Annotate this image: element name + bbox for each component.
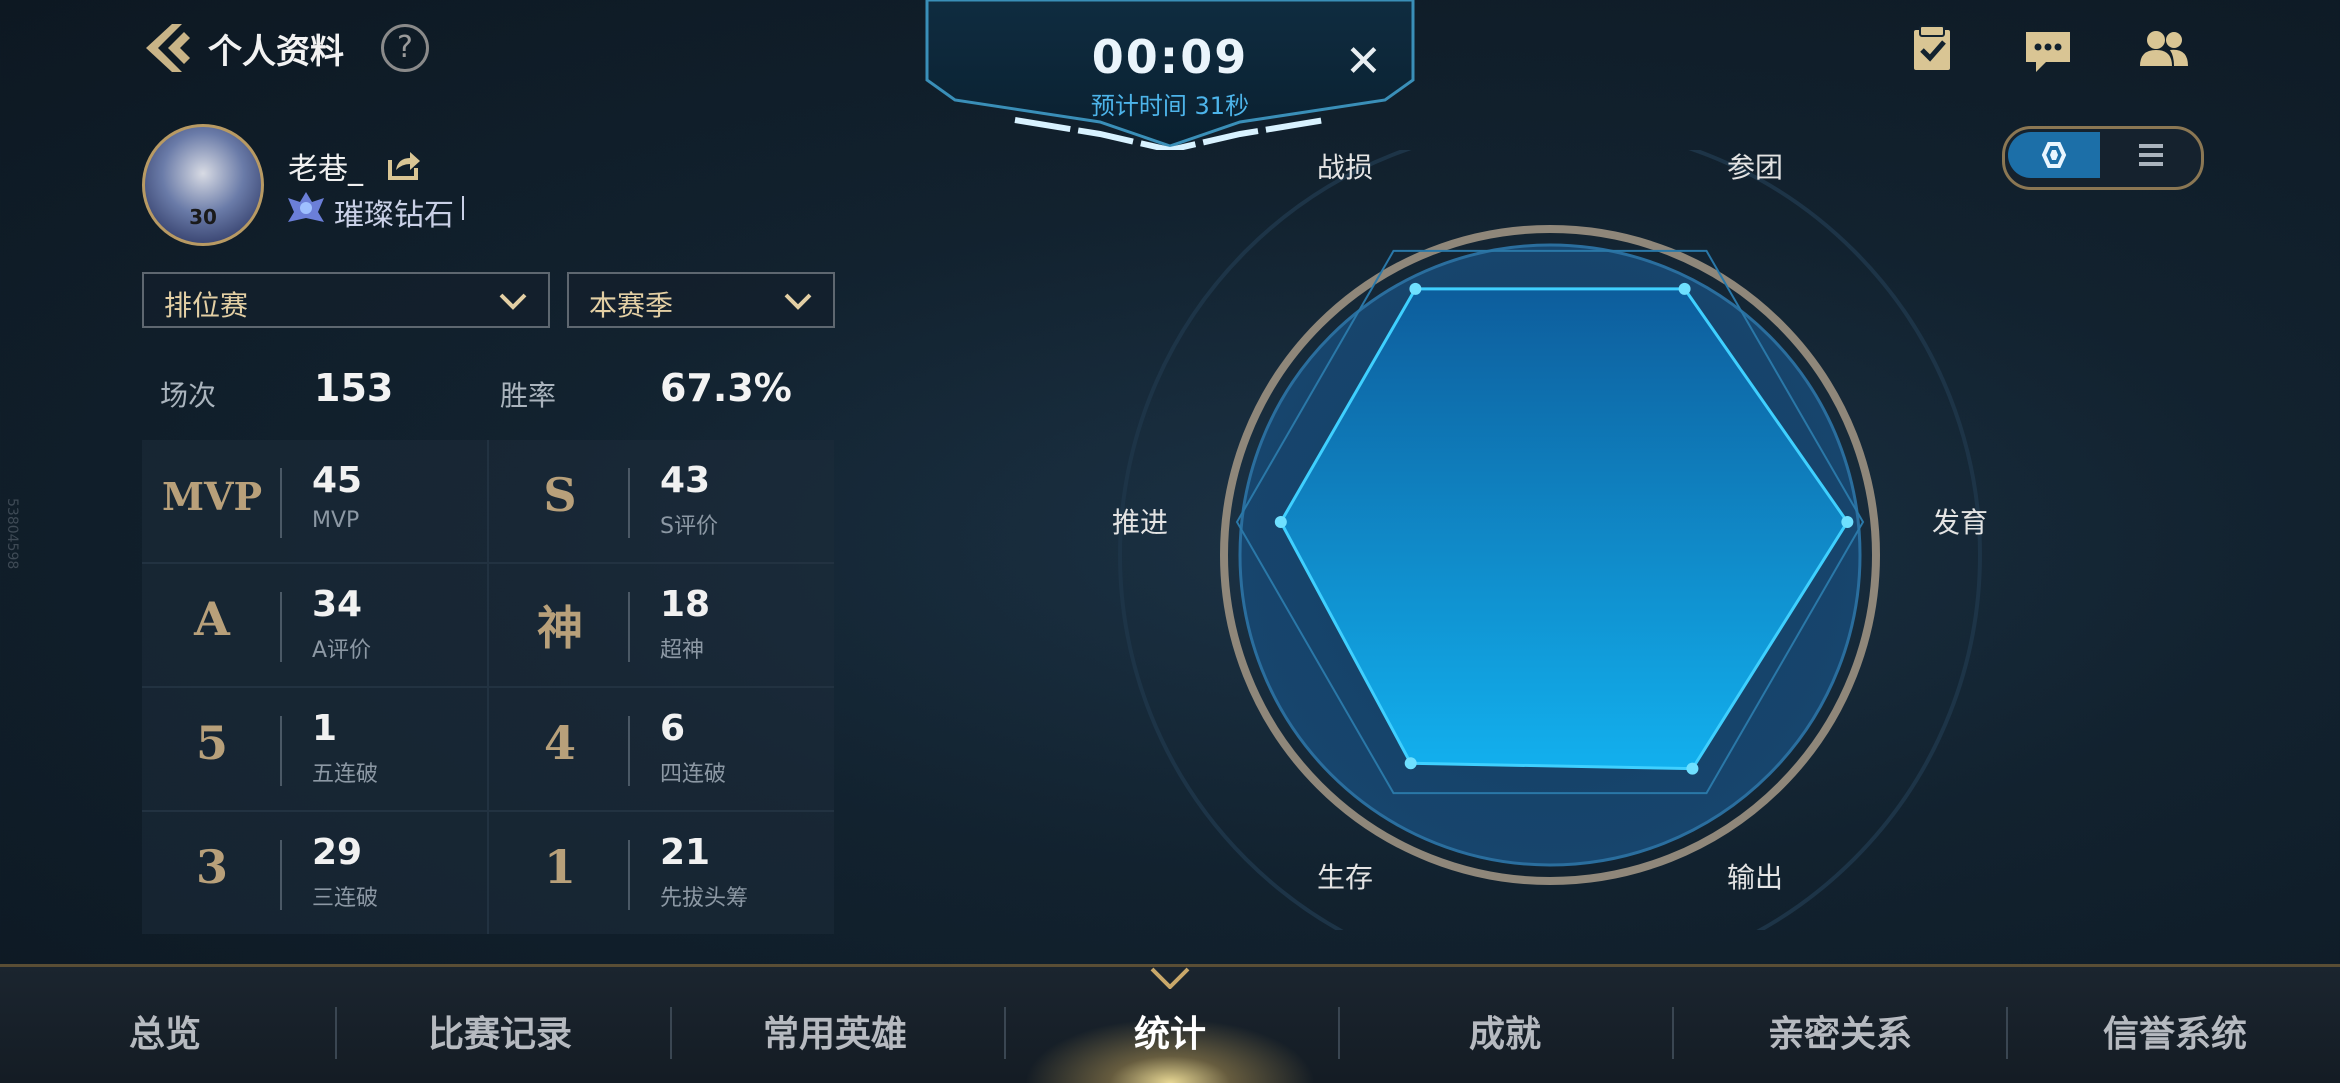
cell-divider	[280, 716, 282, 786]
stat-value: 29	[312, 832, 363, 873]
legendary-icon: 神	[537, 601, 583, 655]
ability-radar-chart: 参团发育输出 生存 推进 战损	[1112, 150, 1988, 930]
stat-cell-legendary: 神 18 超神	[490, 564, 834, 686]
radar-view-button[interactable]	[2008, 132, 2100, 178]
chevron-down-icon	[784, 293, 812, 310]
stat-label: S评价	[660, 514, 718, 539]
radar-point	[1404, 757, 1417, 770]
quadra-kill-icon: 4	[543, 716, 576, 770]
radar-point	[1678, 282, 1691, 295]
stats-grid: MVP 45 MVP S 43 S评价 A 34 A评价 神 18 超神 5 1…	[142, 440, 834, 934]
s-rating-icon: S	[543, 468, 577, 522]
stat-value: 43	[660, 460, 711, 501]
stat-value: 6	[660, 708, 686, 749]
season-dropdown[interactable]: 本赛季	[567, 272, 835, 328]
tab-achievements[interactable]: 成就	[1340, 1005, 1670, 1057]
share-icon[interactable]	[386, 146, 422, 182]
hexagon-icon	[2041, 142, 2067, 168]
mvp-icon: MVP	[161, 474, 263, 519]
winrate-label: 胜率	[500, 379, 557, 412]
list-icon	[2139, 144, 2163, 166]
avatar[interactable]: 30	[142, 124, 264, 246]
chevron-down-icon	[499, 293, 527, 310]
player-name: 老巷_	[288, 152, 363, 187]
first-blood-icon: 1	[543, 840, 576, 894]
tab-divider	[2006, 1007, 2008, 1059]
stat-label: 三连破	[312, 886, 379, 911]
radar-point	[1409, 282, 1422, 295]
friends-icon[interactable]	[2134, 20, 2194, 80]
stat-value: 18	[660, 584, 711, 625]
stat-value: 21	[660, 832, 711, 873]
radar-axis-label: 发育	[1932, 506, 1988, 539]
stat-label: 先拔头筹	[660, 886, 749, 911]
cell-divider	[280, 592, 282, 662]
matches-value: 153	[314, 366, 394, 410]
stat-cell-quadra-kill: 4 6 四连破	[490, 688, 834, 810]
radar-point	[1274, 516, 1287, 528]
active-tab-chevron-icon	[1150, 967, 1190, 989]
matches-label: 场次	[160, 379, 217, 412]
penta-kill-icon: 5	[195, 716, 228, 770]
season-dropdown-label: 本赛季	[589, 289, 674, 322]
cell-divider	[280, 840, 282, 910]
stat-value: 34	[312, 584, 363, 625]
list-view-button[interactable]	[2105, 132, 2197, 178]
stat-cell-mvp: MVP 45 MVP	[142, 440, 486, 562]
stat-value: 45	[312, 460, 363, 501]
stat-cell-penta-kill: 5 1 五连破	[142, 688, 486, 810]
stat-cell-first-blood: 1 21 先拔头筹	[490, 812, 834, 934]
stat-cell-triple-kill: 3 29 三连破	[142, 812, 486, 934]
rank-divider	[462, 196, 464, 220]
avatar-jersey-number: 30	[189, 205, 217, 229]
cancel-match-button[interactable]: ✕	[1345, 36, 1382, 87]
tab-divider	[1672, 1007, 1674, 1059]
triple-kill-icon: 3	[195, 840, 228, 894]
stat-label: A评价	[312, 638, 372, 663]
radar-axis-label: 推进	[1112, 506, 1168, 539]
mode-dropdown[interactable]: 排位赛	[142, 272, 550, 328]
bottom-nav: 总览 比赛记录 常用英雄 统计 成就 亲密关系 信誉系统	[0, 964, 2340, 1083]
winrate-value: 67.3%	[660, 366, 792, 410]
stat-label: 五连破	[312, 762, 379, 787]
rank-name: 璀璨钻石	[334, 198, 454, 233]
tab-common-heroes[interactable]: 常用英雄	[670, 1005, 1000, 1057]
radar-axis-label: 战损	[1317, 151, 1373, 184]
stat-cell-a-rating: A 34 A评价	[142, 564, 486, 686]
tab-credit-system[interactable]: 信誉系统	[2010, 1005, 2340, 1057]
radar-axis-label: 参团	[1727, 151, 1783, 184]
timer-elapsed: 00:09	[1091, 30, 1249, 84]
rank-diamond-icon	[288, 192, 324, 222]
radar-axis-label: 生存	[1317, 861, 1373, 894]
stat-label: 超神	[660, 638, 705, 663]
radar-point	[1841, 516, 1854, 528]
view-toggle[interactable]	[2002, 126, 2204, 190]
a-rating-icon: A	[194, 592, 230, 646]
tab-statistics[interactable]: 统计	[1005, 1005, 1335, 1057]
help-icon[interactable]: ?	[381, 24, 429, 72]
stat-label: 四连破	[660, 762, 727, 787]
mode-dropdown-label: 排位赛	[164, 289, 249, 322]
cell-divider	[628, 468, 630, 538]
back-icon[interactable]	[138, 18, 198, 78]
tab-relationships[interactable]: 亲密关系	[1675, 1005, 2005, 1057]
page-title: 个人资料	[208, 32, 344, 72]
task-checklist-icon[interactable]	[1902, 20, 1962, 80]
watermark-id: 53804598	[4, 498, 20, 570]
tab-match-history[interactable]: 比赛记录	[335, 1005, 665, 1057]
cell-divider	[628, 592, 630, 662]
cell-divider	[280, 468, 282, 538]
radar-axis-label: 输出	[1727, 861, 1783, 894]
stat-label: MVP	[312, 508, 360, 533]
stat-value: 1	[312, 708, 338, 749]
cell-divider	[628, 840, 630, 910]
timer-estimate: 预计时间 31秒	[1090, 92, 1250, 120]
cell-divider	[628, 716, 630, 786]
chat-icon[interactable]	[2018, 20, 2078, 80]
radar-point	[1686, 762, 1699, 775]
stat-cell-s-rating: S 43 S评价	[490, 440, 834, 562]
tab-overview[interactable]: 总览	[0, 1005, 330, 1057]
